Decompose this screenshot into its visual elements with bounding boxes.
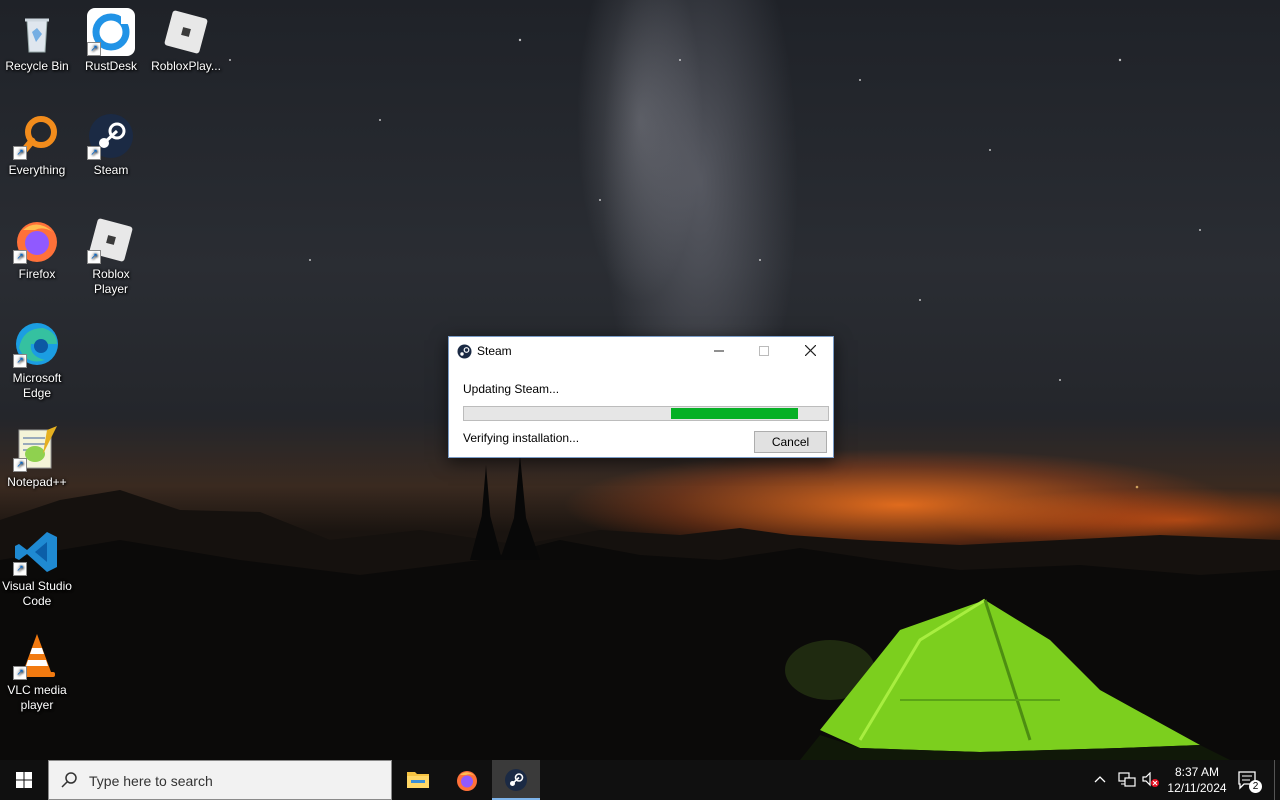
update-detail-text: Verifying installation... [463, 431, 580, 445]
search-box[interactable]: Type here to search [48, 760, 392, 800]
notification-count-badge: 2 [1249, 780, 1262, 793]
shortcut-arrow-icon: ↗ [87, 146, 101, 160]
shortcut-arrow-icon: ↗ [87, 42, 101, 56]
network-tray-button[interactable] [1118, 760, 1136, 800]
notifications-button[interactable]: 2 [1238, 760, 1262, 800]
desktop: Recycle Bin ↗ RustDesk RobloxPlay... ↗ E… [0, 0, 1280, 760]
desktop-icon-label: Firefox [18, 267, 56, 281]
close-button[interactable] [787, 337, 833, 365]
desktop-icon-vscode[interactable]: ↗ Visual Studio Code [0, 522, 74, 609]
desktop-icon-label: RobloxPlay... [151, 59, 221, 73]
minimize-button[interactable] [696, 337, 742, 365]
close-icon [804, 344, 816, 357]
progress-fill [671, 408, 798, 419]
show-desktop-button[interactable] [1274, 760, 1275, 800]
vscode-icon: ↗ [13, 528, 61, 576]
maximize-icon [759, 346, 769, 356]
desktop-icon-label: Everything [8, 163, 66, 177]
steam-icon [505, 769, 527, 791]
desktop-icon-recycle-bin[interactable]: Recycle Bin [0, 2, 74, 74]
desktop-icon-everything[interactable]: ↗ Everything [0, 106, 74, 178]
shortcut-arrow-icon: ↗ [13, 146, 27, 160]
clock-time: 8:37 AM [1174, 765, 1220, 779]
search-icon [61, 772, 77, 788]
firefox-icon: ↗ [13, 216, 61, 264]
rustdesk-icon: ↗ [87, 8, 135, 56]
desktop-icon-firefox[interactable]: ↗ Firefox [0, 210, 74, 282]
network-icon [1118, 772, 1136, 787]
roblox-icon: ↗ [87, 216, 135, 264]
search-placeholder: Type here to search [89, 773, 213, 789]
maximize-button [741, 337, 787, 365]
desktop-icon-robloxplayer[interactable]: RobloxPlay... [149, 2, 223, 74]
desktop-icon-vlc[interactable]: ↗ VLC media player [0, 626, 74, 713]
dialog-titlebar[interactable]: Steam [449, 337, 833, 365]
edge-icon: ↗ [13, 320, 61, 368]
desktop-icon-edge[interactable]: ↗ Microsoft Edge [0, 314, 74, 401]
volume-muted-icon [1142, 771, 1159, 787]
desktop-icon-label: Steam [93, 163, 129, 177]
desktop-icon-label: Microsoft Edge [12, 371, 62, 400]
cancel-button[interactable]: Cancel [754, 431, 827, 453]
taskbar-steam[interactable] [492, 760, 540, 800]
firefox-icon [457, 771, 477, 791]
taskbar: Type here to search 8:37 AM 12/11/2024 2 [0, 760, 1280, 800]
shortcut-arrow-icon: ↗ [13, 562, 27, 576]
vlc-icon: ↗ [13, 632, 61, 680]
desktop-icon-label: Visual Studio Code [2, 579, 72, 608]
desktop-icon-label: Recycle Bin [5, 59, 69, 73]
recycle-bin-icon [13, 8, 61, 56]
shortcut-arrow-icon: ↗ [13, 666, 27, 680]
taskbar-firefox[interactable] [443, 760, 491, 800]
desktop-icon-notepadpp[interactable]: ↗ Notepad++ [0, 418, 74, 490]
show-hidden-icons-button[interactable] [1094, 760, 1106, 800]
desktop-icon-rustdesk[interactable]: ↗ RustDesk [74, 2, 148, 74]
taskbar-clock[interactable]: 8:37 AM 12/11/2024 [1162, 764, 1232, 796]
minimize-icon [714, 350, 724, 352]
update-progress-bar [463, 406, 829, 421]
desktop-icon-label: VLC media player [7, 683, 67, 712]
steam-update-dialog: Steam Updating Steam... Verifying instal… [448, 336, 834, 458]
volume-tray-button[interactable] [1142, 760, 1160, 800]
notepadpp-icon: ↗ [13, 424, 61, 472]
start-button[interactable] [0, 760, 48, 800]
taskbar-file-explorer[interactable] [394, 760, 442, 800]
shortcut-arrow-icon: ↗ [13, 250, 27, 264]
everything-search-icon: ↗ [13, 112, 61, 160]
update-status-text: Updating Steam... [463, 382, 560, 396]
dialog-title: Steam [477, 344, 512, 358]
roblox-icon [162, 8, 210, 56]
desktop-icon-label: Roblox Player [92, 267, 130, 296]
shortcut-arrow-icon: ↗ [13, 458, 27, 472]
chevron-up-icon [1094, 776, 1106, 783]
steam-icon [457, 344, 472, 359]
shortcut-arrow-icon: ↗ [13, 354, 27, 368]
clock-date: 12/11/2024 [1167, 781, 1227, 795]
desktop-icon-roblox-player[interactable]: ↗ Roblox Player [74, 210, 148, 297]
desktop-icon-label: Notepad++ [7, 475, 67, 489]
file-explorer-icon [407, 772, 429, 788]
desktop-icon-label: RustDesk [84, 59, 137, 73]
windows-logo-icon [16, 772, 32, 788]
desktop-icon-steam[interactable]: ↗ Steam [74, 106, 148, 178]
steam-icon: ↗ [87, 112, 135, 160]
shortcut-arrow-icon: ↗ [87, 250, 101, 264]
